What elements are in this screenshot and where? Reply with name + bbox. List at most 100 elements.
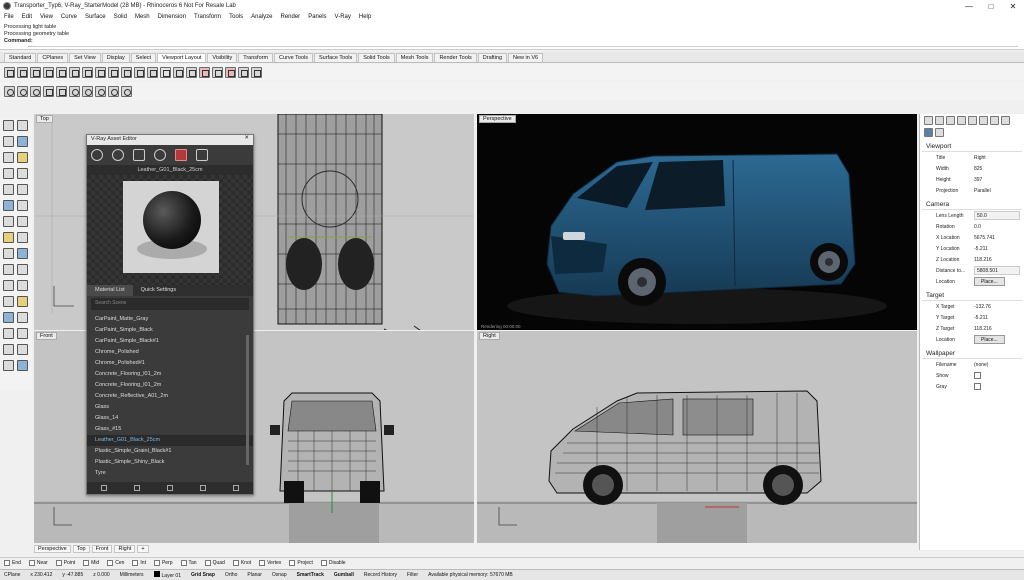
fillet-icon[interactable]: [3, 248, 14, 259]
viewport-tab-front[interactable]: Front: [91, 545, 113, 553]
status-layer[interactable]: Layer 01: [153, 571, 181, 579]
named-views-icon[interactable]: [160, 66, 171, 78]
tab-solid-tools[interactable]: Solid Tools: [358, 53, 395, 62]
viewport-right[interactable]: Right: [477, 331, 917, 543]
asset-editor-titlebar[interactable]: V-Ray Asset Editor ✕: [87, 135, 253, 145]
circle-icon[interactable]: [3, 152, 14, 163]
object-properties-icon[interactable]: [924, 115, 933, 125]
material-list-item[interactable]: Glass_14: [87, 413, 253, 424]
menu-mesh[interactable]: Mesh: [135, 14, 150, 20]
osnap-checkbox[interactable]: [107, 560, 114, 566]
tab-standard[interactable]: Standard: [4, 53, 37, 62]
material-list-item[interactable]: Chrome_Polished: [87, 347, 253, 358]
osnap-checkbox[interactable]: [4, 560, 10, 566]
lens-length-input[interactable]: 50.0: [974, 211, 1020, 220]
layout-icon[interactable]: [173, 66, 184, 78]
menu-help[interactable]: Help: [359, 14, 371, 20]
layers-icon[interactable]: [946, 115, 955, 125]
set-camera-icon[interactable]: [108, 85, 119, 97]
x-location-input[interactable]: 5675.741: [974, 235, 1024, 241]
x-target-input[interactable]: -132.76: [974, 304, 1024, 310]
cplane-icon[interactable]: [212, 66, 223, 78]
layer-icon[interactable]: [3, 344, 14, 355]
scale-icon[interactable]: [17, 296, 28, 307]
polygon-icon[interactable]: [3, 184, 14, 195]
geometry-icon[interactable]: [133, 149, 145, 161]
viewport-title-front[interactable]: Front: [36, 332, 57, 340]
osnap-checkbox[interactable]: [180, 560, 187, 566]
import-icon[interactable]: [100, 485, 107, 491]
cleanup-icon[interactable]: [233, 485, 240, 491]
delete-icon[interactable]: [200, 485, 207, 491]
tab-drafting[interactable]: Drafting: [477, 53, 508, 62]
status-grid-snap[interactable]: Grid Snap: [191, 572, 215, 578]
menu-edit[interactable]: Edit: [22, 14, 32, 20]
save-icon[interactable]: [166, 485, 173, 491]
named-views-panel-icon[interactable]: [1001, 115, 1010, 125]
y-target-input[interactable]: -5.211: [974, 315, 1024, 321]
gray-checkbox[interactable]: [974, 383, 981, 390]
osnap-checkbox[interactable]: [28, 560, 35, 566]
dimension-icon[interactable]: [3, 328, 14, 339]
join-icon[interactable]: [17, 264, 28, 275]
status-gumball[interactable]: Gumball: [334, 572, 354, 578]
move-icon[interactable]: [3, 280, 14, 291]
status-record-history[interactable]: Record History: [364, 572, 397, 578]
tab-quick-settings[interactable]: Quick Settings: [133, 285, 184, 296]
zoom-icon[interactable]: [30, 85, 41, 97]
status-ortho[interactable]: Ortho: [225, 572, 238, 578]
viewport-tab-perspective[interactable]: Perspective: [34, 545, 71, 553]
wallpaper-panel-icon[interactable]: [935, 127, 944, 137]
projection-dropdown[interactable]: Parallel: [974, 188, 1024, 194]
rotation-input[interactable]: 0.0: [974, 224, 1024, 230]
close-button[interactable]: ✕: [1002, 2, 1024, 11]
select-icon[interactable]: [3, 120, 14, 131]
camera-place-button[interactable]: Place...: [974, 277, 1005, 286]
open-folder-icon[interactable]: [133, 485, 140, 491]
split-vertical-icon[interactable]: [43, 66, 54, 78]
viewport-title-perspective[interactable]: Perspective: [479, 115, 516, 123]
tab-material-list[interactable]: Material List: [87, 285, 133, 296]
osnap-checkbox[interactable]: [132, 560, 139, 566]
menu-transform[interactable]: Transform: [194, 14, 221, 20]
material-list-item[interactable]: Concrete_Reflective_A01_2m: [87, 391, 253, 402]
tab-set-view[interactable]: Set View: [69, 53, 101, 62]
material-list-item[interactable]: Concrete_Flooring_l01_2m: [87, 369, 253, 380]
osnap-near[interactable]: Near: [28, 560, 48, 566]
new-viewport-icon[interactable]: [69, 66, 80, 78]
y-location-input[interactable]: -5.211: [974, 246, 1024, 252]
osnap-checkbox[interactable]: [259, 560, 266, 566]
tab-transform[interactable]: Transform: [238, 53, 274, 62]
osnap-knot[interactable]: Knot: [232, 560, 251, 566]
camera-icon[interactable]: [225, 66, 236, 78]
maximize-button[interactable]: □: [980, 2, 1002, 11]
menu-curve[interactable]: Curve: [61, 14, 77, 20]
detail-view-icon[interactable]: [186, 66, 197, 78]
osnap-disable[interactable]: Disable: [320, 560, 346, 566]
show-checkbox[interactable]: [974, 372, 981, 379]
rectangle-icon[interactable]: [17, 168, 28, 179]
wallpaper-icon[interactable]: [238, 66, 249, 78]
osnap-perp[interactable]: Perp: [153, 560, 173, 566]
light-icon[interactable]: [121, 85, 132, 97]
tab-cplanes[interactable]: CPlanes: [37, 53, 69, 62]
material-properties-icon[interactable]: [935, 115, 944, 125]
status-planar[interactable]: Planar: [247, 572, 261, 578]
display-icon[interactable]: [957, 115, 966, 125]
osnap-checkbox[interactable]: [55, 560, 62, 566]
osnap-checkbox[interactable]: [153, 560, 160, 566]
render-icon[interactable]: [175, 149, 187, 161]
material-list-scrollbar[interactable]: [246, 335, 249, 465]
tab-new-in-v6[interactable]: New in V6: [508, 53, 544, 62]
extrude-icon[interactable]: [3, 232, 14, 243]
osnap-project[interactable]: Project: [289, 560, 313, 566]
material-list-item[interactable]: Chrome_Polished#1: [87, 358, 253, 369]
tab-mesh-tools[interactable]: Mesh Tools: [395, 53, 434, 62]
three-viewports-icon[interactable]: [17, 66, 28, 78]
pan-icon[interactable]: [4, 85, 15, 97]
material-list-item[interactable]: CarPaint_Simple_Black#1: [87, 336, 253, 347]
menu-view[interactable]: View: [40, 14, 53, 20]
tab-curve-tools[interactable]: Curve Tools: [274, 53, 313, 62]
tab-display[interactable]: Display: [101, 53, 130, 62]
osnap-checkbox[interactable]: [289, 560, 296, 566]
